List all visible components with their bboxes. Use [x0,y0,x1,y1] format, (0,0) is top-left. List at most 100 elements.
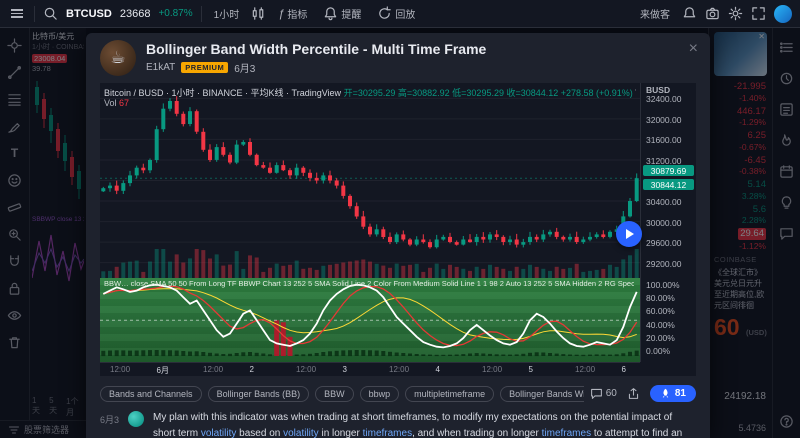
description-text: My plan with this indicator was when tra… [153,410,696,438]
engagement: 60 81 [590,385,696,402]
indicators-icon: ƒ [278,7,285,20]
time-tick: 12:00 [575,365,596,374]
alert-button[interactable]: 提醒 [319,4,365,23]
description-link[interactable]: volatility [201,428,237,438]
symbol-name[interactable]: BTCUSD [66,8,112,20]
alert-icon [325,7,337,21]
tag-pill[interactable]: bbwp [359,385,400,402]
bbwp-pane[interactable]: BBW… close SMA 50 50 From Long TF BBWP C… [100,278,640,362]
interval-button[interactable]: 1小时 [210,4,244,23]
symbol-price: 23668 [119,7,151,20]
description-segment: in longer [318,427,363,438]
modal-header: ☕ Bollinger Band Width Percentile - Mult… [86,33,710,83]
time-tick: 5 [528,365,533,374]
description: 6月3 My plan with this indicator was when… [100,410,696,438]
description-segment: based on [236,427,284,438]
boost-button[interactable]: 81 [649,385,696,402]
price-tick: 29200.00 [646,258,682,269]
price-pane[interactable]: Bitcoin / BUSD · 1小时 · BINANCE · 平均K线 · … [100,83,640,279]
price-tick: 32400.00 [646,94,682,105]
legend-volume: Vol·66.81 [635,88,636,98]
candle-chart-icon[interactable] [251,6,266,21]
description-link[interactable]: timeframes [542,428,591,438]
bell-icon[interactable] [682,6,697,21]
price-tick: 30000.00 [646,217,682,228]
gear-icon[interactable] [728,6,743,21]
script-title: Bollinger Band Width Percentile - Multi … [146,41,487,57]
price-tick: 31600.00 [646,135,682,146]
price-tick: 30400.00 [646,197,682,208]
description-segment: , and when trading on longer [412,427,542,438]
go-to-realtime-button[interactable] [616,221,642,247]
time-tick: 12:00 [482,365,503,374]
time-tick: 6月 [156,366,169,375]
time-tick: 12:00 [110,365,131,374]
candlestick-chart [100,96,640,279]
percent-tick: 40.00% [646,319,675,330]
time-tick: 12:00 [296,365,317,374]
search-icon[interactable] [43,6,58,21]
boost-rocket-icon [662,388,669,398]
volume-row-legend: Vol 67 [104,98,129,108]
percent-tick: 60.00% [646,306,675,317]
symbol-change: +0.87% [158,8,193,19]
legend-symbol[interactable]: Bitcoin / BUSD · 1小时 · BINANCE · 平均K线 · … [104,88,341,98]
volume-label: Vol [104,98,117,108]
play-icon [626,229,634,239]
author-avatar[interactable]: ☕ [100,40,136,76]
tag-list: Bands and Channels Bollinger Bands (BB) BB… [100,385,584,402]
time-tick: 12:00 [389,365,410,374]
description-link[interactable]: volatility [283,428,319,438]
script-modal: ☕ Bollinger Band Width Percentile - Mult… [86,33,710,438]
tags-row: Bands and Channels Bollinger Bands (BB) BB… [100,385,696,402]
replay-icon [379,6,392,19]
time-tick: 6 [621,365,626,374]
time-axis[interactable]: 12:00 6月 12:00 2 12:00 3 12:00 4 12:00 5 12:00 6 [100,362,640,376]
publish-date: 6月3 [234,64,256,75]
tag-pill[interactable]: multipletimeframe [405,385,495,402]
percent-tick: 100.00% [646,280,680,290]
tag-pill[interactable]: Bollinger Bands Width (BBW) [500,385,584,402]
percent-tick: 20.00% [646,332,675,343]
price-badge: 30844.12 [643,179,694,191]
replay-label: 回放 [395,10,416,21]
price-badge: 30879.69 [643,165,694,177]
tag-pill[interactable]: Bands and Channels [100,385,202,402]
alert-label: 提醒 [341,10,362,21]
camera-icon[interactable] [705,6,720,21]
replay-button[interactable]: 回放 [373,4,419,23]
comments-count: 60 [605,388,617,399]
description-date: 6月3 [100,415,120,425]
bbwp-legend[interactable]: BBW… close SMA 50 50 From Long TF BBWP C… [104,279,634,288]
update-marker-icon [128,411,145,427]
price-tick: 29600.00 [646,238,682,249]
indicators-button[interactable]: ƒ 指标 [274,4,311,23]
share-icon[interactable] [627,387,640,400]
script-chart[interactable]: Bitcoin / BUSD · 1小时 · BINANCE · 平均K线 · … [100,83,696,376]
divider [34,5,35,22]
menu-icon[interactable] [8,6,26,21]
user-avatar[interactable] [774,4,792,23]
price-tick: 32000.00 [646,114,682,125]
tag-pill[interactable]: BBW [315,385,354,402]
legend-ohlc: 开=30295.29 高=30882.92 低=30295.29 收=30844… [343,88,633,98]
time-tick: 4 [435,365,440,374]
description-link[interactable]: timeframes [363,428,412,438]
price-scale[interactable]: BUSD 32400.0032000.0031600.0031200.00308… [640,83,696,362]
author-name[interactable]: E1kAT [146,62,175,73]
indicators-label: 指标 [287,10,308,21]
time-tick: 3 [342,365,347,374]
chart-legend: Bitcoin / BUSD · 1小时 · BINANCE · 平均K线 · … [104,86,636,99]
comment-icon [590,388,602,399]
close-icon[interactable]: × [689,41,698,57]
time-tick: 2 [249,365,254,374]
bbwp-plot [100,283,640,357]
divider [200,5,202,22]
fullscreen-icon[interactable] [751,6,766,21]
tag-pill[interactable]: Bollinger Bands (BB) [207,385,310,402]
topbar: BTCUSD 23668 +0.87% 1小时 ƒ 指标 提醒 回放 来做客 [0,0,800,28]
comments-button[interactable]: 60 [590,387,617,400]
layout-button[interactable]: 来做客 [636,4,674,23]
boost-count: 81 [674,388,686,399]
percent-tick: 0.00% [646,346,671,356]
